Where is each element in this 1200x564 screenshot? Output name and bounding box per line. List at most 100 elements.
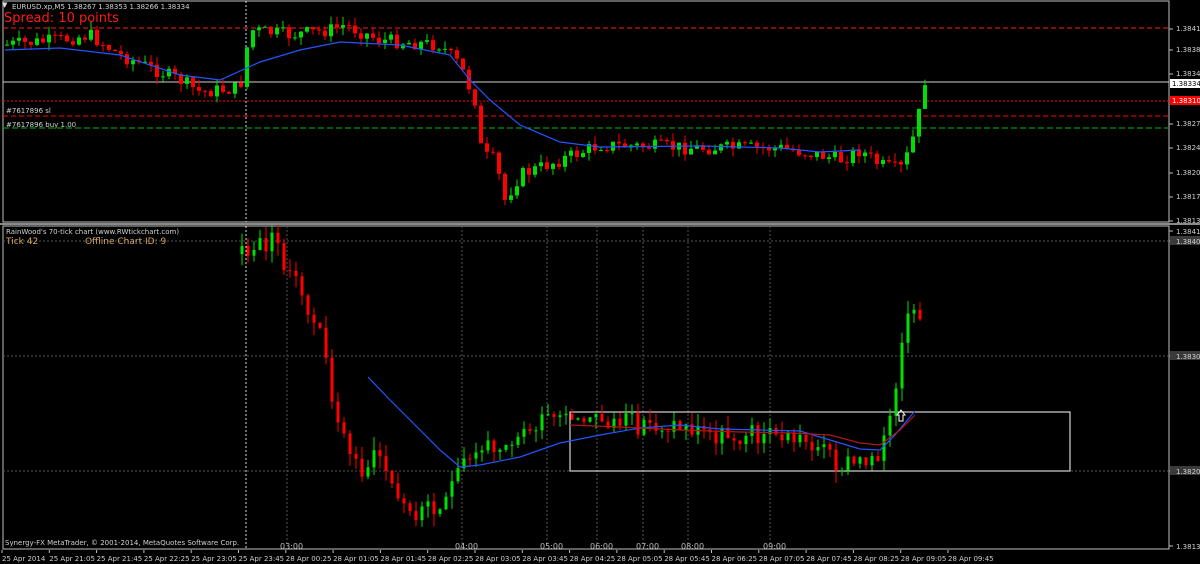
candle-body (330, 357, 334, 402)
candle-body (515, 186, 519, 196)
candle-body (630, 413, 634, 415)
candle-body (797, 150, 801, 156)
candle-body (725, 141, 729, 145)
candle-body (371, 33, 375, 38)
candle-body (827, 157, 831, 159)
candle-body (636, 413, 640, 435)
candle-body (570, 413, 574, 420)
candle-body (23, 37, 27, 42)
candle-body (497, 152, 501, 174)
candle-body (294, 270, 298, 277)
candle-body (755, 142, 759, 147)
candle-body (101, 45, 105, 47)
candle-body (804, 434, 808, 443)
candle-body (191, 77, 195, 87)
candle-body (107, 45, 111, 50)
price-axis-label: 1.38240 (1176, 144, 1200, 152)
candle-body (11, 40, 15, 45)
candle-body (665, 139, 669, 142)
candle-body (803, 155, 807, 157)
candle-body (305, 27, 309, 32)
candle-body (534, 430, 538, 432)
candle-body (599, 150, 603, 152)
candle-body (95, 29, 99, 46)
candle-body (426, 501, 430, 507)
time-axis-label: 28 Apr 09:05 (901, 555, 947, 563)
eurusd-m5-chart[interactable]: 1.38415 1.38380 1.38345 1.38275 1.38240 1.382… (0, 0, 1200, 224)
candle-body (365, 33, 369, 39)
buy-order-label: #7617896 buy 1.00 (6, 121, 77, 129)
time-mark-label: 04:00 (455, 542, 478, 550)
candle-body (900, 342, 904, 389)
candle-body (569, 150, 573, 156)
candle-body (221, 85, 225, 92)
time-axis-label: 28 Apr 06:25 (712, 555, 758, 563)
candle-body (539, 162, 543, 167)
stop-loss-label: #7617896 sl (6, 107, 51, 115)
candle-body (575, 150, 579, 158)
time-axis-label: 28 Apr 03:45 (522, 555, 568, 563)
candle-body (624, 413, 628, 426)
candle-body (552, 414, 556, 417)
candle-body (131, 60, 135, 65)
candle-body (455, 50, 459, 59)
candle-body (377, 37, 381, 44)
candle-body (47, 34, 51, 43)
top-chart-pane[interactable]: 1.38415 1.38380 1.38345 1.38275 1.38240 1.382… (0, 0, 1200, 224)
copyright-label: Synergy-FX MetaTrader, © 2001-2014, Meta… (5, 539, 240, 547)
candle-body (246, 245, 250, 256)
rainwood-70-tick-chart[interactable]: 03:00 04:00 05:00 06:00 07:00 08:00 09:00 1.384… (0, 225, 1200, 550)
candle-body (881, 160, 885, 165)
candle-body (557, 163, 561, 167)
price-axis-label: 1.38170 (1176, 193, 1200, 201)
triangle-down-icon[interactable]: ▼ (2, 2, 8, 9)
candle-body (720, 427, 724, 444)
candle-body (533, 166, 537, 175)
time-axis-label: 28 Apr 07:05 (759, 555, 805, 563)
candle-body (558, 415, 562, 417)
candle-body (540, 414, 544, 431)
time-axis-label: 25 Apr 23:45 (239, 555, 285, 563)
candle-body (870, 456, 874, 466)
candle-body (516, 436, 520, 445)
candle-body (383, 39, 387, 44)
candle-body (311, 27, 315, 30)
candle-body (810, 442, 814, 451)
candle-body (456, 468, 460, 482)
candle-body (438, 509, 442, 514)
tick-chart-pane[interactable]: 03:00 04:00 05:00 06:00 07:00 08:00 09:00 1.384… (0, 225, 1200, 550)
candle-body (743, 142, 747, 144)
offline-chart-id: Offline Chart ID: 9 (85, 237, 167, 247)
candle-body (408, 503, 412, 512)
candle-body (444, 496, 448, 510)
candle-body (203, 90, 207, 92)
candle-body (437, 49, 441, 51)
candle-body (833, 151, 837, 158)
bid-price-tag-text: 1.38334 (1172, 80, 1200, 88)
candle-body (822, 444, 826, 448)
candle-body (564, 413, 568, 416)
candle-body (17, 37, 21, 41)
candle-body (503, 173, 507, 200)
candle-body (659, 139, 663, 141)
tick-counter: Tick 42 (6, 237, 39, 247)
candle-body (486, 440, 490, 451)
candle-body (389, 34, 393, 40)
candle-body (527, 168, 531, 175)
candle-body (713, 150, 717, 155)
candle-body (528, 428, 532, 431)
candle-body (251, 30, 255, 48)
candle-body (461, 58, 465, 70)
time-axis-label: 28 Apr 01:05 (333, 555, 379, 563)
candle-body (53, 34, 57, 36)
candle-body (845, 162, 849, 164)
price-axis-label: 1.38400 (1176, 238, 1200, 246)
candle-body (593, 144, 597, 151)
candle-body (329, 24, 333, 37)
candle-body (749, 142, 753, 144)
time-mark-label: 09:00 (763, 542, 786, 550)
price-axis-label: 1.3813 (1176, 543, 1200, 550)
time-axis-label: 28 Apr 04:25 (570, 555, 616, 563)
candle-body (851, 149, 855, 164)
candle-body (618, 418, 622, 426)
